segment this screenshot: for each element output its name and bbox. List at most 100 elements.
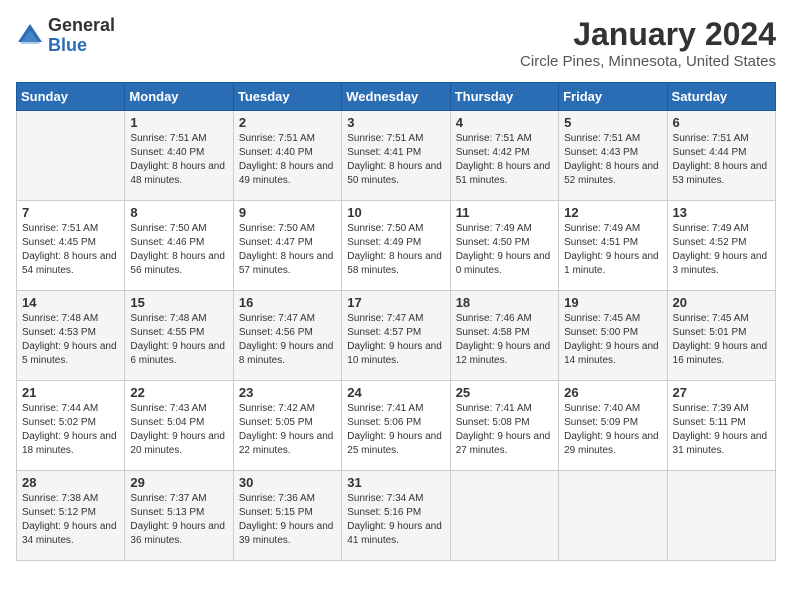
daylight: Daylight: 9 hours and 20 minutes. [130, 431, 225, 456]
sunset: Sunset: 4:58 PM [456, 327, 530, 338]
day-info: Sunrise: 7:37 AM Sunset: 5:13 PM Dayligh… [130, 492, 227, 548]
day-number: 1 [130, 115, 227, 130]
day-number: 25 [456, 385, 553, 400]
daylight: Daylight: 9 hours and 22 minutes. [239, 431, 334, 456]
daylight: Daylight: 9 hours and 34 minutes. [22, 521, 117, 546]
day-info: Sunrise: 7:50 AM Sunset: 4:46 PM Dayligh… [130, 222, 227, 278]
sunrise: Sunrise: 7:51 AM [673, 133, 749, 144]
title-block: January 2024 Circle Pines, Minnesota, Un… [520, 16, 776, 70]
calendar-cell: 22 Sunrise: 7:43 AM Sunset: 5:04 PM Dayl… [125, 381, 233, 471]
calendar-cell: 29 Sunrise: 7:37 AM Sunset: 5:13 PM Dayl… [125, 471, 233, 561]
day-number: 10 [347, 205, 444, 220]
calendar-cell: 14 Sunrise: 7:48 AM Sunset: 4:53 PM Dayl… [17, 291, 125, 381]
daylight: Daylight: 8 hours and 53 minutes. [673, 161, 768, 186]
header-monday: Monday [125, 83, 233, 111]
daylight: Daylight: 8 hours and 49 minutes. [239, 161, 334, 186]
calendar-table: Sunday Monday Tuesday Wednesday Thursday… [16, 82, 776, 561]
daylight: Daylight: 9 hours and 16 minutes. [673, 341, 768, 366]
sunrise: Sunrise: 7:45 AM [564, 313, 640, 324]
daylight: Daylight: 9 hours and 3 minutes. [673, 251, 768, 276]
header-thursday: Thursday [450, 83, 558, 111]
sunset: Sunset: 4:41 PM [347, 147, 421, 158]
day-number: 29 [130, 475, 227, 490]
sunset: Sunset: 4:40 PM [130, 147, 204, 158]
day-info: Sunrise: 7:49 AM Sunset: 4:50 PM Dayligh… [456, 222, 553, 278]
sunset: Sunset: 4:51 PM [564, 237, 638, 248]
sunrise: Sunrise: 7:48 AM [22, 313, 98, 324]
calendar-cell: 13 Sunrise: 7:49 AM Sunset: 4:52 PM Dayl… [667, 201, 775, 291]
sunset: Sunset: 5:08 PM [456, 417, 530, 428]
day-number: 31 [347, 475, 444, 490]
day-info: Sunrise: 7:51 AM Sunset: 4:43 PM Dayligh… [564, 132, 661, 188]
day-number: 26 [564, 385, 661, 400]
sunrise: Sunrise: 7:38 AM [22, 493, 98, 504]
sunrise: Sunrise: 7:34 AM [347, 493, 423, 504]
calendar-cell: 9 Sunrise: 7:50 AM Sunset: 4:47 PM Dayli… [233, 201, 341, 291]
sunset: Sunset: 4:49 PM [347, 237, 421, 248]
daylight: Daylight: 8 hours and 57 minutes. [239, 251, 334, 276]
day-number: 18 [456, 295, 553, 310]
day-info: Sunrise: 7:48 AM Sunset: 4:53 PM Dayligh… [22, 312, 119, 368]
sunrise: Sunrise: 7:41 AM [347, 403, 423, 414]
calendar-cell: 18 Sunrise: 7:46 AM Sunset: 4:58 PM Dayl… [450, 291, 558, 381]
day-info: Sunrise: 7:41 AM Sunset: 5:08 PM Dayligh… [456, 402, 553, 458]
sunrise: Sunrise: 7:46 AM [456, 313, 532, 324]
day-number: 14 [22, 295, 119, 310]
calendar-cell: 12 Sunrise: 7:49 AM Sunset: 4:51 PM Dayl… [559, 201, 667, 291]
calendar-body: 1 Sunrise: 7:51 AM Sunset: 4:40 PM Dayli… [17, 111, 776, 561]
sunrise: Sunrise: 7:48 AM [130, 313, 206, 324]
sunset: Sunset: 5:13 PM [130, 507, 204, 518]
sunset: Sunset: 4:52 PM [673, 237, 747, 248]
logo-blue: Blue [48, 36, 115, 56]
daylight: Daylight: 9 hours and 39 minutes. [239, 521, 334, 546]
sunset: Sunset: 5:01 PM [673, 327, 747, 338]
calendar-cell: 25 Sunrise: 7:41 AM Sunset: 5:08 PM Dayl… [450, 381, 558, 471]
calendar-cell: 26 Sunrise: 7:40 AM Sunset: 5:09 PM Dayl… [559, 381, 667, 471]
day-info: Sunrise: 7:51 AM Sunset: 4:42 PM Dayligh… [456, 132, 553, 188]
day-number: 28 [22, 475, 119, 490]
day-info: Sunrise: 7:51 AM Sunset: 4:41 PM Dayligh… [347, 132, 444, 188]
day-number: 8 [130, 205, 227, 220]
day-number: 24 [347, 385, 444, 400]
daylight: Daylight: 9 hours and 5 minutes. [22, 341, 117, 366]
sunset: Sunset: 4:53 PM [22, 327, 96, 338]
month-title: January 2024 [520, 16, 776, 53]
calendar-cell: 2 Sunrise: 7:51 AM Sunset: 4:40 PM Dayli… [233, 111, 341, 201]
calendar-week-2: 7 Sunrise: 7:51 AM Sunset: 4:45 PM Dayli… [17, 201, 776, 291]
page-header: General Blue January 2024 Circle Pines, … [16, 16, 776, 70]
calendar-cell: 23 Sunrise: 7:42 AM Sunset: 5:05 PM Dayl… [233, 381, 341, 471]
calendar-cell [559, 471, 667, 561]
day-info: Sunrise: 7:42 AM Sunset: 5:05 PM Dayligh… [239, 402, 336, 458]
day-info: Sunrise: 7:51 AM Sunset: 4:44 PM Dayligh… [673, 132, 770, 188]
sunrise: Sunrise: 7:47 AM [347, 313, 423, 324]
day-number: 30 [239, 475, 336, 490]
day-info: Sunrise: 7:48 AM Sunset: 4:55 PM Dayligh… [130, 312, 227, 368]
day-number: 11 [456, 205, 553, 220]
day-info: Sunrise: 7:51 AM Sunset: 4:40 PM Dayligh… [130, 132, 227, 188]
calendar-cell: 17 Sunrise: 7:47 AM Sunset: 4:57 PM Dayl… [342, 291, 450, 381]
calendar-cell: 11 Sunrise: 7:49 AM Sunset: 4:50 PM Dayl… [450, 201, 558, 291]
day-info: Sunrise: 7:49 AM Sunset: 4:51 PM Dayligh… [564, 222, 661, 278]
logo-icon [16, 22, 44, 50]
day-info: Sunrise: 7:49 AM Sunset: 4:52 PM Dayligh… [673, 222, 770, 278]
sunset: Sunset: 5:16 PM [347, 507, 421, 518]
day-number: 27 [673, 385, 770, 400]
day-number: 6 [673, 115, 770, 130]
day-info: Sunrise: 7:40 AM Sunset: 5:09 PM Dayligh… [564, 402, 661, 458]
calendar-cell: 1 Sunrise: 7:51 AM Sunset: 4:40 PM Dayli… [125, 111, 233, 201]
sunrise: Sunrise: 7:51 AM [347, 133, 423, 144]
sunset: Sunset: 4:55 PM [130, 327, 204, 338]
calendar-cell: 4 Sunrise: 7:51 AM Sunset: 4:42 PM Dayli… [450, 111, 558, 201]
sunset: Sunset: 4:57 PM [347, 327, 421, 338]
sunrise: Sunrise: 7:49 AM [456, 223, 532, 234]
sunrise: Sunrise: 7:51 AM [239, 133, 315, 144]
day-info: Sunrise: 7:38 AM Sunset: 5:12 PM Dayligh… [22, 492, 119, 548]
calendar-cell: 30 Sunrise: 7:36 AM Sunset: 5:15 PM Dayl… [233, 471, 341, 561]
day-info: Sunrise: 7:44 AM Sunset: 5:02 PM Dayligh… [22, 402, 119, 458]
day-info: Sunrise: 7:45 AM Sunset: 5:01 PM Dayligh… [673, 312, 770, 368]
daylight: Daylight: 9 hours and 12 minutes. [456, 341, 551, 366]
logo: General Blue [16, 16, 115, 56]
calendar-cell: 6 Sunrise: 7:51 AM Sunset: 4:44 PM Dayli… [667, 111, 775, 201]
header-wednesday: Wednesday [342, 83, 450, 111]
calendar-cell: 16 Sunrise: 7:47 AM Sunset: 4:56 PM Dayl… [233, 291, 341, 381]
